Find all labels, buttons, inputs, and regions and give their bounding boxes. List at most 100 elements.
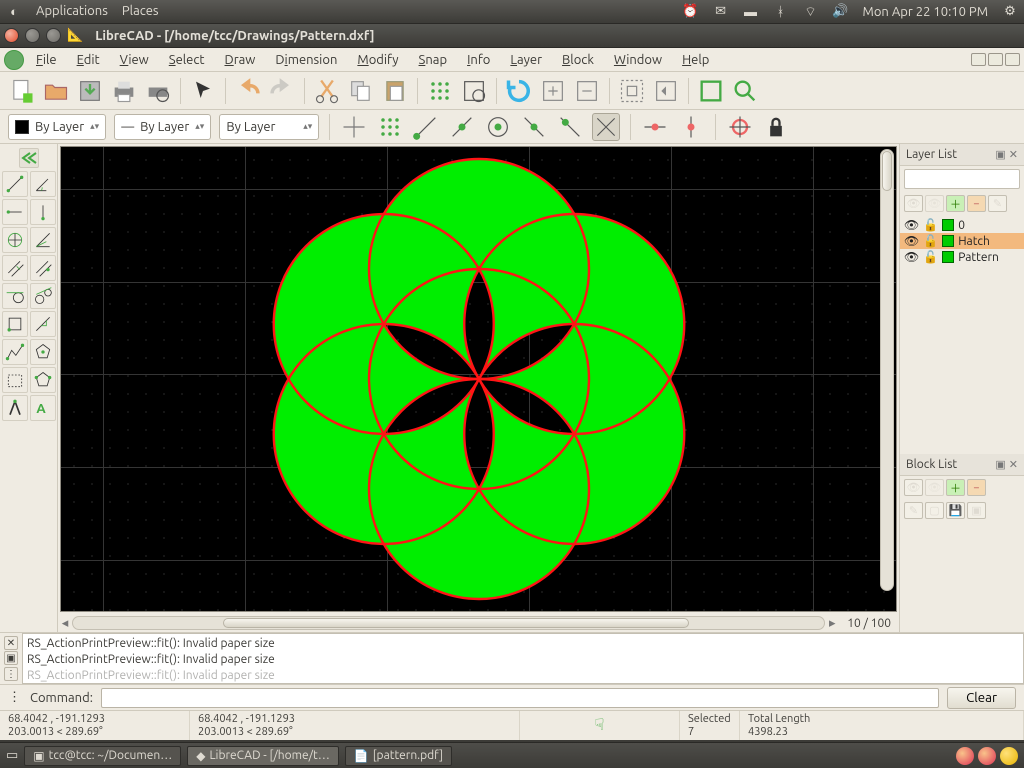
window-close-button[interactable] [4, 28, 19, 43]
window-minimize-button[interactable] [25, 28, 40, 43]
linewidth-combo[interactable]: By Layer▴▾ [219, 114, 319, 140]
print-icon[interactable] [942, 251, 954, 263]
restrict-h-button[interactable] [641, 113, 669, 141]
paste-button[interactable] [381, 77, 409, 105]
snap-free-button[interactable] [340, 113, 368, 141]
menu-select[interactable]: Select [161, 51, 213, 69]
grid-button[interactable] [426, 77, 454, 105]
ubuntu-icon[interactable]: ◐ [6, 4, 22, 20]
console-more-icon[interactable]: ⋮ [4, 667, 18, 681]
menu-view[interactable]: View [112, 51, 157, 69]
menu-edit[interactable]: Edit [69, 51, 108, 69]
panel-undock-icon[interactable]: ▣ [995, 458, 1005, 471]
snap-grid-button[interactable] [376, 113, 404, 141]
cut-button[interactable] [313, 77, 341, 105]
tool-line-tan2[interactable] [30, 283, 56, 309]
redraw-button[interactable] [505, 77, 533, 105]
layer-showall-button[interactable]: 👁 [904, 195, 923, 212]
layer-remove-button[interactable]: − [967, 195, 986, 212]
snap-mid-button[interactable] [520, 113, 548, 141]
layer-filter-input[interactable] [904, 169, 1020, 189]
undo-button[interactable] [234, 77, 262, 105]
clock-icon[interactable]: ⏰ [683, 4, 699, 20]
scroll-left-button[interactable]: ◂ [58, 616, 72, 631]
layer-add-button[interactable]: ＋ [946, 195, 965, 212]
menu-draw[interactable]: Draw [217, 51, 264, 69]
print-icon[interactable] [942, 219, 954, 231]
show-desktop-icon[interactable]: ▭ [6, 748, 18, 763]
eye-icon[interactable]: 👁 [904, 218, 919, 232]
snap-dist-button[interactable] [556, 113, 584, 141]
color-combo[interactable]: By Layer▴▾ [8, 114, 106, 140]
block-showall-button[interactable]: 👁 [904, 479, 923, 496]
command-input[interactable] [101, 688, 939, 708]
tool-line-par2[interactable] [30, 255, 56, 281]
bluetooth-icon[interactable]: ᚼ [773, 4, 789, 20]
tool-polyline[interactable] [2, 339, 28, 365]
firefox-icon-2[interactable] [978, 747, 996, 765]
snap-intersect-button[interactable] [592, 113, 620, 141]
eye-icon[interactable]: 👁 [904, 250, 919, 264]
print-button[interactable] [110, 77, 138, 105]
tool-free[interactable] [2, 367, 28, 393]
snap-on-button[interactable] [448, 113, 476, 141]
restrict-v-button[interactable] [677, 113, 705, 141]
panel-undock-icon[interactable]: ▣ [995, 148, 1005, 161]
tool-line-v[interactable] [30, 199, 56, 225]
block-edit-button[interactable]: ▢ [925, 502, 944, 519]
redo-button[interactable] [268, 77, 296, 105]
menu-help[interactable]: Help [674, 51, 717, 69]
drawing-canvas[interactable] [60, 146, 897, 612]
console-dock-icon[interactable]: ▣ [4, 651, 18, 665]
window-maximize-button[interactable] [46, 28, 61, 43]
layer-edit-button[interactable]: ✎ [988, 195, 1007, 212]
tool-poly2[interactable] [30, 367, 56, 393]
firefox-icon[interactable] [956, 747, 974, 765]
block-rename-button[interactable]: ✎ [904, 502, 923, 519]
clear-button[interactable]: Clear [947, 687, 1016, 709]
task-terminal[interactable]: ▣tcc@tcc: ~/Documen… [24, 746, 181, 766]
layer-row[interactable]: 👁🔓0 [900, 217, 1024, 233]
lock-icon[interactable]: 🔓 [923, 250, 938, 264]
menu-snap[interactable]: Snap [411, 51, 456, 69]
panel-close-icon[interactable]: ✕ [1009, 458, 1018, 471]
print-icon[interactable] [942, 235, 954, 247]
block-remove-button[interactable]: − [967, 479, 986, 496]
snap-center-button[interactable] [484, 113, 512, 141]
zoom-prev-button[interactable] [652, 77, 680, 105]
cmd-handle-icon[interactable]: ⋮ [8, 690, 22, 705]
places-menu[interactable]: Places [122, 4, 159, 20]
tool-line-bisect[interactable] [30, 227, 56, 253]
tool-line-rect[interactable] [2, 227, 28, 253]
lock-icon[interactable]: 🔓 [923, 234, 938, 248]
menu-layer[interactable]: Layer [502, 51, 550, 69]
wifi-icon[interactable]: ⌔ [803, 4, 819, 20]
palette-back-button[interactable] [19, 148, 39, 168]
cursor-button[interactable] [189, 77, 217, 105]
layer-row[interactable]: 👁🔓Pattern [900, 249, 1024, 265]
trash-icon[interactable] [1000, 747, 1018, 765]
vertical-scrollbar[interactable] [880, 149, 894, 591]
layer-row[interactable]: 👁🔓Hatch [900, 233, 1024, 249]
gear-icon[interactable]: ⚙ [1002, 4, 1018, 20]
tool-line-angle[interactable] [30, 171, 56, 197]
tool-line-h[interactable] [2, 199, 28, 225]
tool-line-2p[interactable] [2, 171, 28, 197]
snap-end-button[interactable] [412, 113, 440, 141]
block-hideall-button[interactable]: 👁 [925, 479, 944, 496]
new-button[interactable] [8, 77, 36, 105]
block-insert-button[interactable]: ▣ [967, 502, 986, 519]
menu-dimension[interactable]: Dimension [267, 51, 345, 69]
menu-info[interactable]: Info [459, 51, 498, 69]
layer-hideall-button[interactable]: 👁 [925, 195, 944, 212]
open-button[interactable] [42, 77, 70, 105]
zoom-auto-button[interactable] [618, 77, 646, 105]
horizontal-scrollbar[interactable] [72, 616, 825, 630]
tool-text[interactable]: A [30, 395, 56, 421]
linetype-combo[interactable]: —By Layer▴▾ [114, 114, 211, 140]
mdi-minimize-button[interactable] [971, 53, 986, 66]
tool-polygon[interactable] [30, 339, 56, 365]
print-preview-button[interactable] [144, 77, 172, 105]
volume-icon[interactable]: 🔊 [833, 4, 849, 20]
task-pdf[interactable]: 📄[pattern.pdf] [345, 746, 452, 766]
